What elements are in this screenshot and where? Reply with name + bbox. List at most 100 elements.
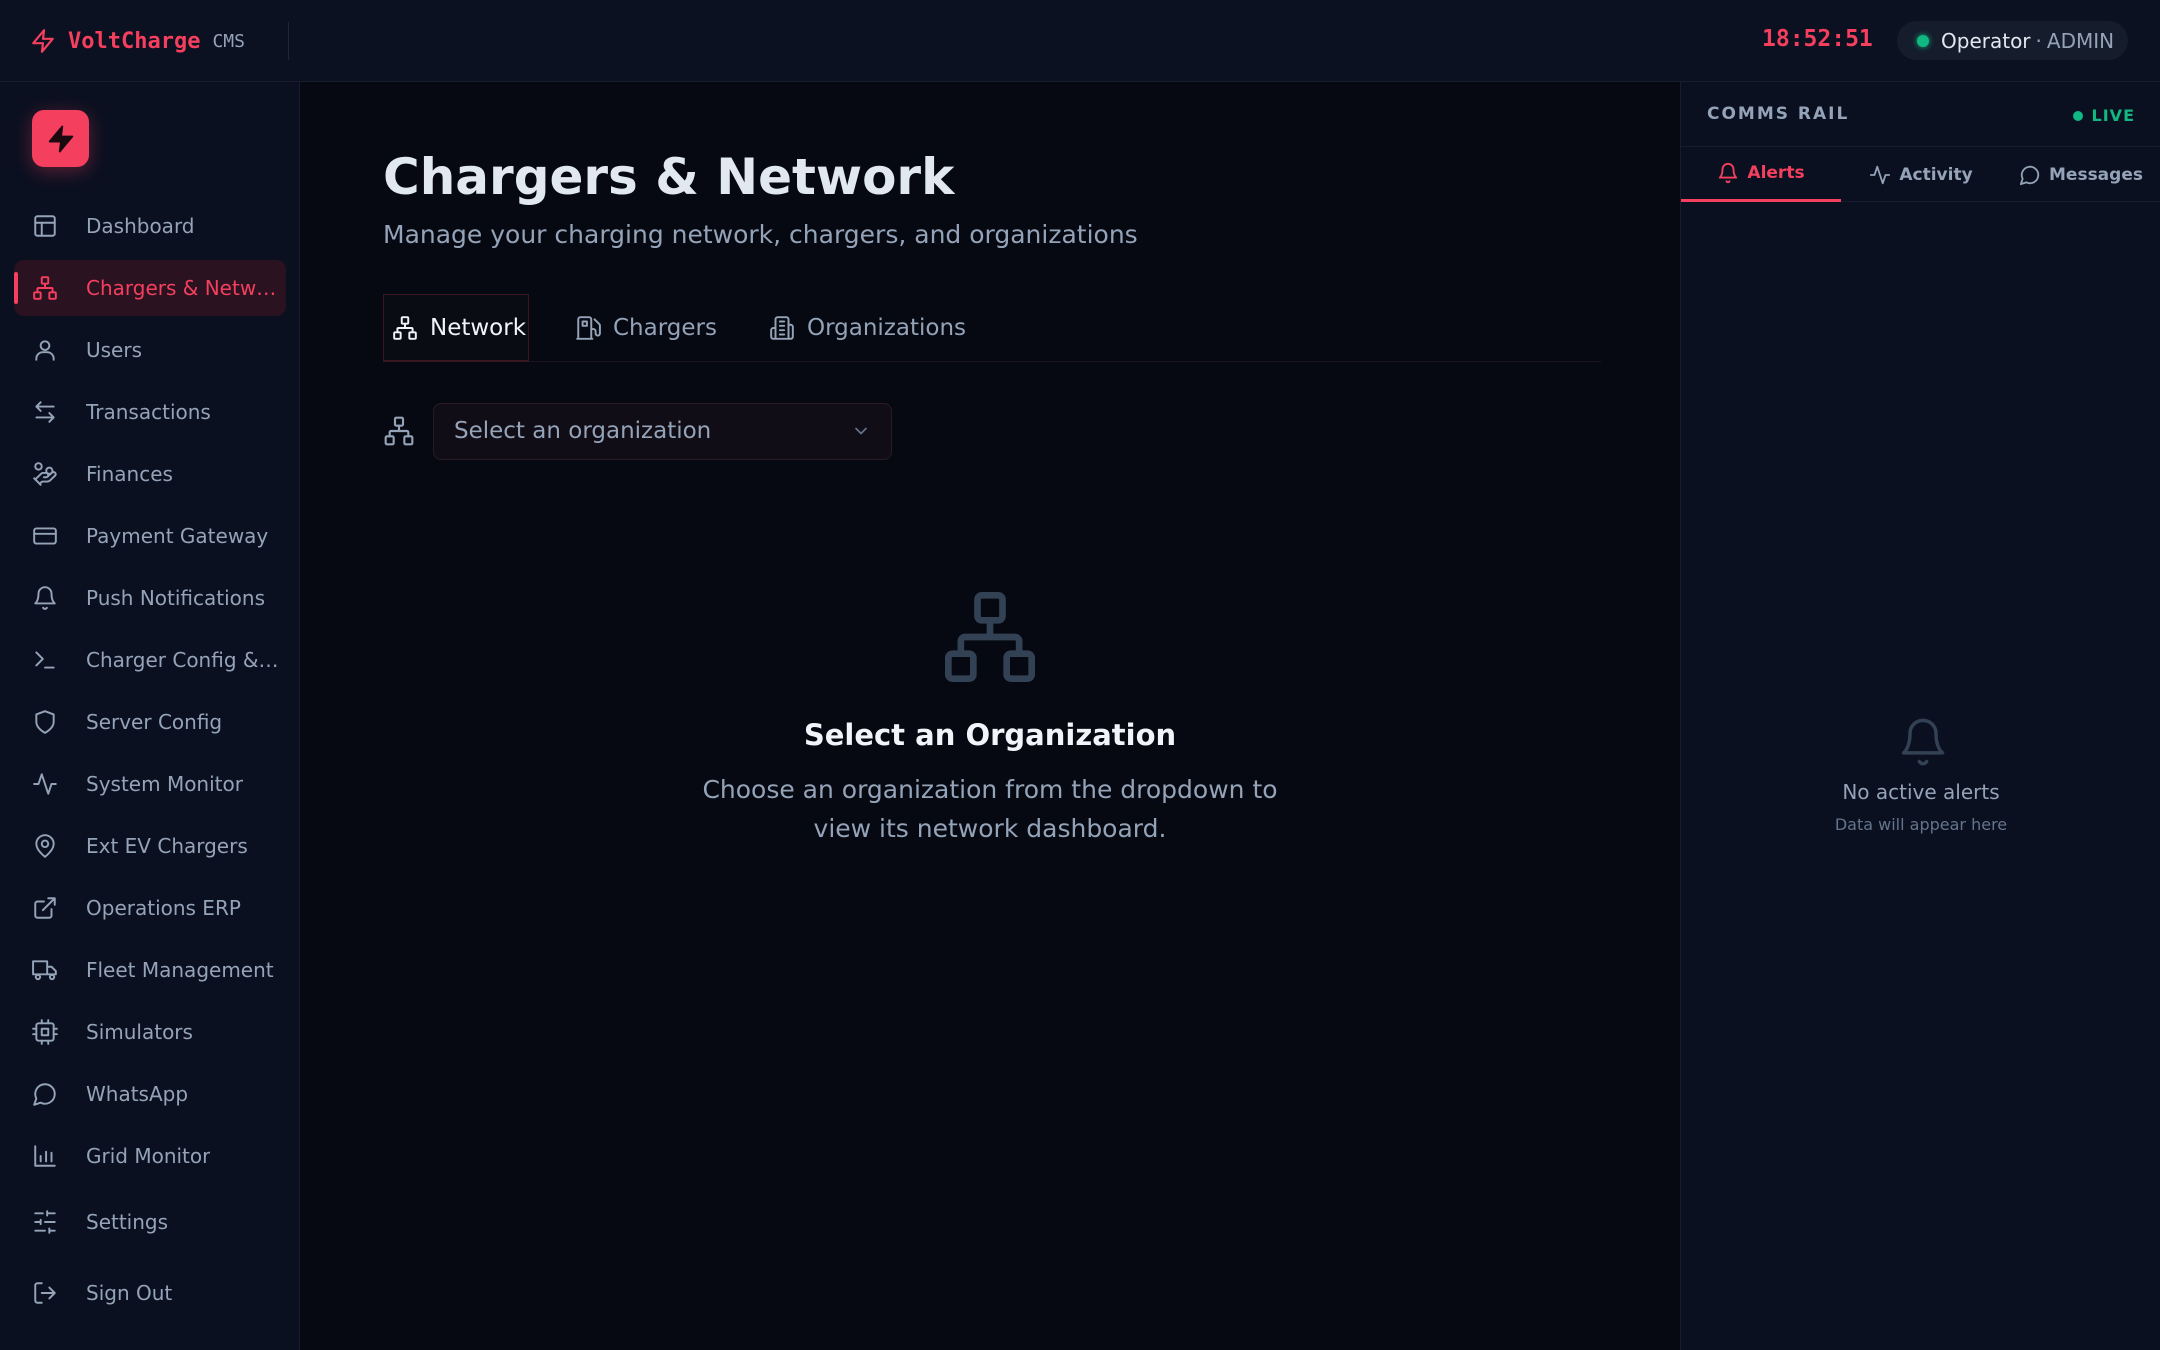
sidebar-item-whatsapp[interactable]: WhatsApp — [14, 1066, 286, 1122]
sidebar-item-label: Operations ERP — [86, 896, 241, 920]
online-status-dot — [1917, 34, 1929, 47]
page-title: Chargers & Network — [383, 148, 955, 206]
sidebar-item-sign-out[interactable]: Sign Out — [14, 1265, 286, 1321]
sidebar-item-label: Finances — [86, 462, 173, 486]
sidebar-item-system-monitor[interactable]: System Monitor — [14, 756, 286, 812]
sidebar-item-label: Charger Config & OCPP — [86, 648, 282, 672]
empty-state-title: Select an Organization — [803, 718, 1177, 752]
sidebar-item-server-config[interactable]: Server Config — [14, 694, 286, 750]
comms-rail-tabs: Alerts Activity Messages — [1681, 147, 2160, 202]
live-indicator: LIVE — [2072, 106, 2135, 125]
sidebar-item-chargers-network[interactable]: Chargers & Network — [14, 260, 286, 316]
arrows-icon — [32, 399, 58, 425]
external-link-icon — [32, 895, 58, 921]
sidebar-item-label: Chargers & Network — [86, 276, 282, 300]
user-separator: · — [2035, 28, 2042, 53]
zap-icon — [30, 28, 56, 54]
logo-tile[interactable] — [32, 110, 89, 167]
fuel-icon — [575, 315, 601, 341]
bell-icon — [1717, 162, 1739, 184]
tab-organizations[interactable]: Organizations — [769, 294, 966, 362]
network-icon — [940, 587, 1040, 687]
sidebar-item-finances[interactable]: Finances — [14, 446, 286, 502]
live-dot — [2072, 110, 2083, 121]
sidebar-item-payment-gateway[interactable]: Payment Gateway — [14, 508, 286, 564]
comms-rail-title: COMMS RAIL — [1707, 104, 1850, 124]
sidebar-item-simulators[interactable]: Simulators — [14, 1004, 286, 1060]
comms-rail-header: COMMS RAIL LIVE — [1681, 82, 2160, 147]
tab-network[interactable]: Network — [383, 294, 529, 362]
brand-name: VoltCharge — [68, 28, 201, 54]
sidebar: Dashboard Chargers & Network Users Trans… — [0, 82, 300, 1350]
comms-rail: COMMS RAIL LIVE Alerts Activity Messages… — [1680, 82, 2160, 1350]
network-icon — [392, 315, 418, 341]
sidebar-item-label: WhatsApp — [86, 1082, 189, 1106]
tab-alerts[interactable]: Alerts — [1681, 147, 1841, 202]
sidebar-item-label: Ext EV Chargers — [86, 834, 248, 858]
tab-label: Network — [430, 314, 527, 341]
message-circle-icon — [32, 1081, 58, 1107]
alerts-empty-title: No active alerts — [1842, 780, 2000, 804]
sidebar-item-label: Grid Monitor — [86, 1144, 211, 1168]
tab-activity[interactable]: Activity — [1841, 147, 2001, 202]
sidebar-item-charger-config[interactable]: Charger Config & OCPP — [14, 632, 286, 688]
sidebar-item-ext-ev-chargers[interactable]: Ext EV Chargers — [14, 818, 286, 874]
sidebar-item-operations-erp[interactable]: Operations ERP — [14, 880, 286, 936]
building-icon — [769, 315, 795, 341]
brand-tag: CMS — [212, 30, 245, 52]
sidebar-item-settings[interactable]: Settings — [14, 1194, 286, 1250]
top-bar: VoltCharge CMS 18:52:51 Operator · ADMIN — [0, 0, 2160, 82]
top-divider — [288, 22, 289, 60]
sidebar-item-label: Users — [86, 338, 143, 362]
user-name: Operator — [1941, 28, 2031, 53]
sidebar-item-dashboard[interactable]: Dashboard — [14, 198, 286, 254]
user-pill[interactable]: Operator · ADMIN — [1897, 21, 2128, 60]
sidebar-item-label: Server Config — [86, 710, 223, 734]
network-icon — [383, 415, 415, 447]
layout-icon — [32, 213, 58, 239]
tab-label: Alerts — [1747, 163, 1805, 183]
page-subtitle: Manage your charging network, chargers, … — [383, 220, 1138, 249]
sidebar-item-label: Transactions — [86, 400, 211, 424]
organization-filter: Select an organization — [383, 402, 892, 460]
live-label: LIVE — [2091, 106, 2135, 125]
tab-chargers[interactable]: Chargers — [575, 294, 717, 362]
log-out-icon — [32, 1280, 58, 1306]
map-pin-icon — [32, 833, 58, 859]
chevron-down-icon — [851, 421, 871, 441]
sidebar-item-label: Payment Gateway — [86, 524, 269, 548]
sidebar-item-grid-monitor[interactable]: Grid Monitor — [14, 1128, 286, 1184]
main-content: Chargers & Network Manage your charging … — [300, 82, 1680, 1350]
tab-messages[interactable]: Messages — [2001, 147, 2160, 202]
sidebar-item-label: System Monitor — [86, 772, 243, 796]
tab-bar: Network Chargers Organizations — [383, 294, 1601, 362]
sidebar-item-users[interactable]: Users — [14, 322, 286, 378]
organization-select-placeholder: Select an organization — [454, 418, 712, 444]
bell-icon — [32, 585, 58, 611]
message-circle-icon — [2019, 164, 2041, 186]
tab-label: Organizations — [807, 315, 967, 341]
sidebar-item-label: Fleet Management — [86, 958, 274, 982]
credit-card-icon — [32, 523, 58, 549]
user-role: ADMIN — [2046, 28, 2115, 53]
tab-label: Messages — [2049, 164, 2143, 185]
shield-icon — [32, 709, 58, 735]
network-icon — [32, 275, 58, 301]
sidebar-item-fleet-management[interactable]: Fleet Management — [14, 942, 286, 998]
sidebar-item-label: Sign Out — [86, 1281, 173, 1305]
sidebar-item-label: Settings — [86, 1210, 169, 1234]
alerts-empty-subtitle: Data will appear here — [1834, 815, 2008, 834]
bell-icon — [1897, 716, 1949, 768]
sidebar-item-push-notifications[interactable]: Push Notifications — [14, 570, 286, 626]
hand-coins-icon — [32, 461, 58, 487]
tab-label: Chargers — [613, 315, 717, 341]
sidebar-item-label: Dashboard — [86, 214, 195, 238]
zap-icon — [46, 124, 76, 154]
tab-label: Activity — [1899, 164, 1973, 185]
organization-select[interactable]: Select an organization — [433, 402, 892, 460]
sliders-icon — [32, 1209, 58, 1235]
sidebar-item-transactions[interactable]: Transactions — [14, 384, 286, 440]
clock: 18:52:51 — [1762, 26, 1873, 52]
brand[interactable]: VoltCharge CMS — [30, 24, 245, 58]
truck-icon — [32, 957, 58, 983]
